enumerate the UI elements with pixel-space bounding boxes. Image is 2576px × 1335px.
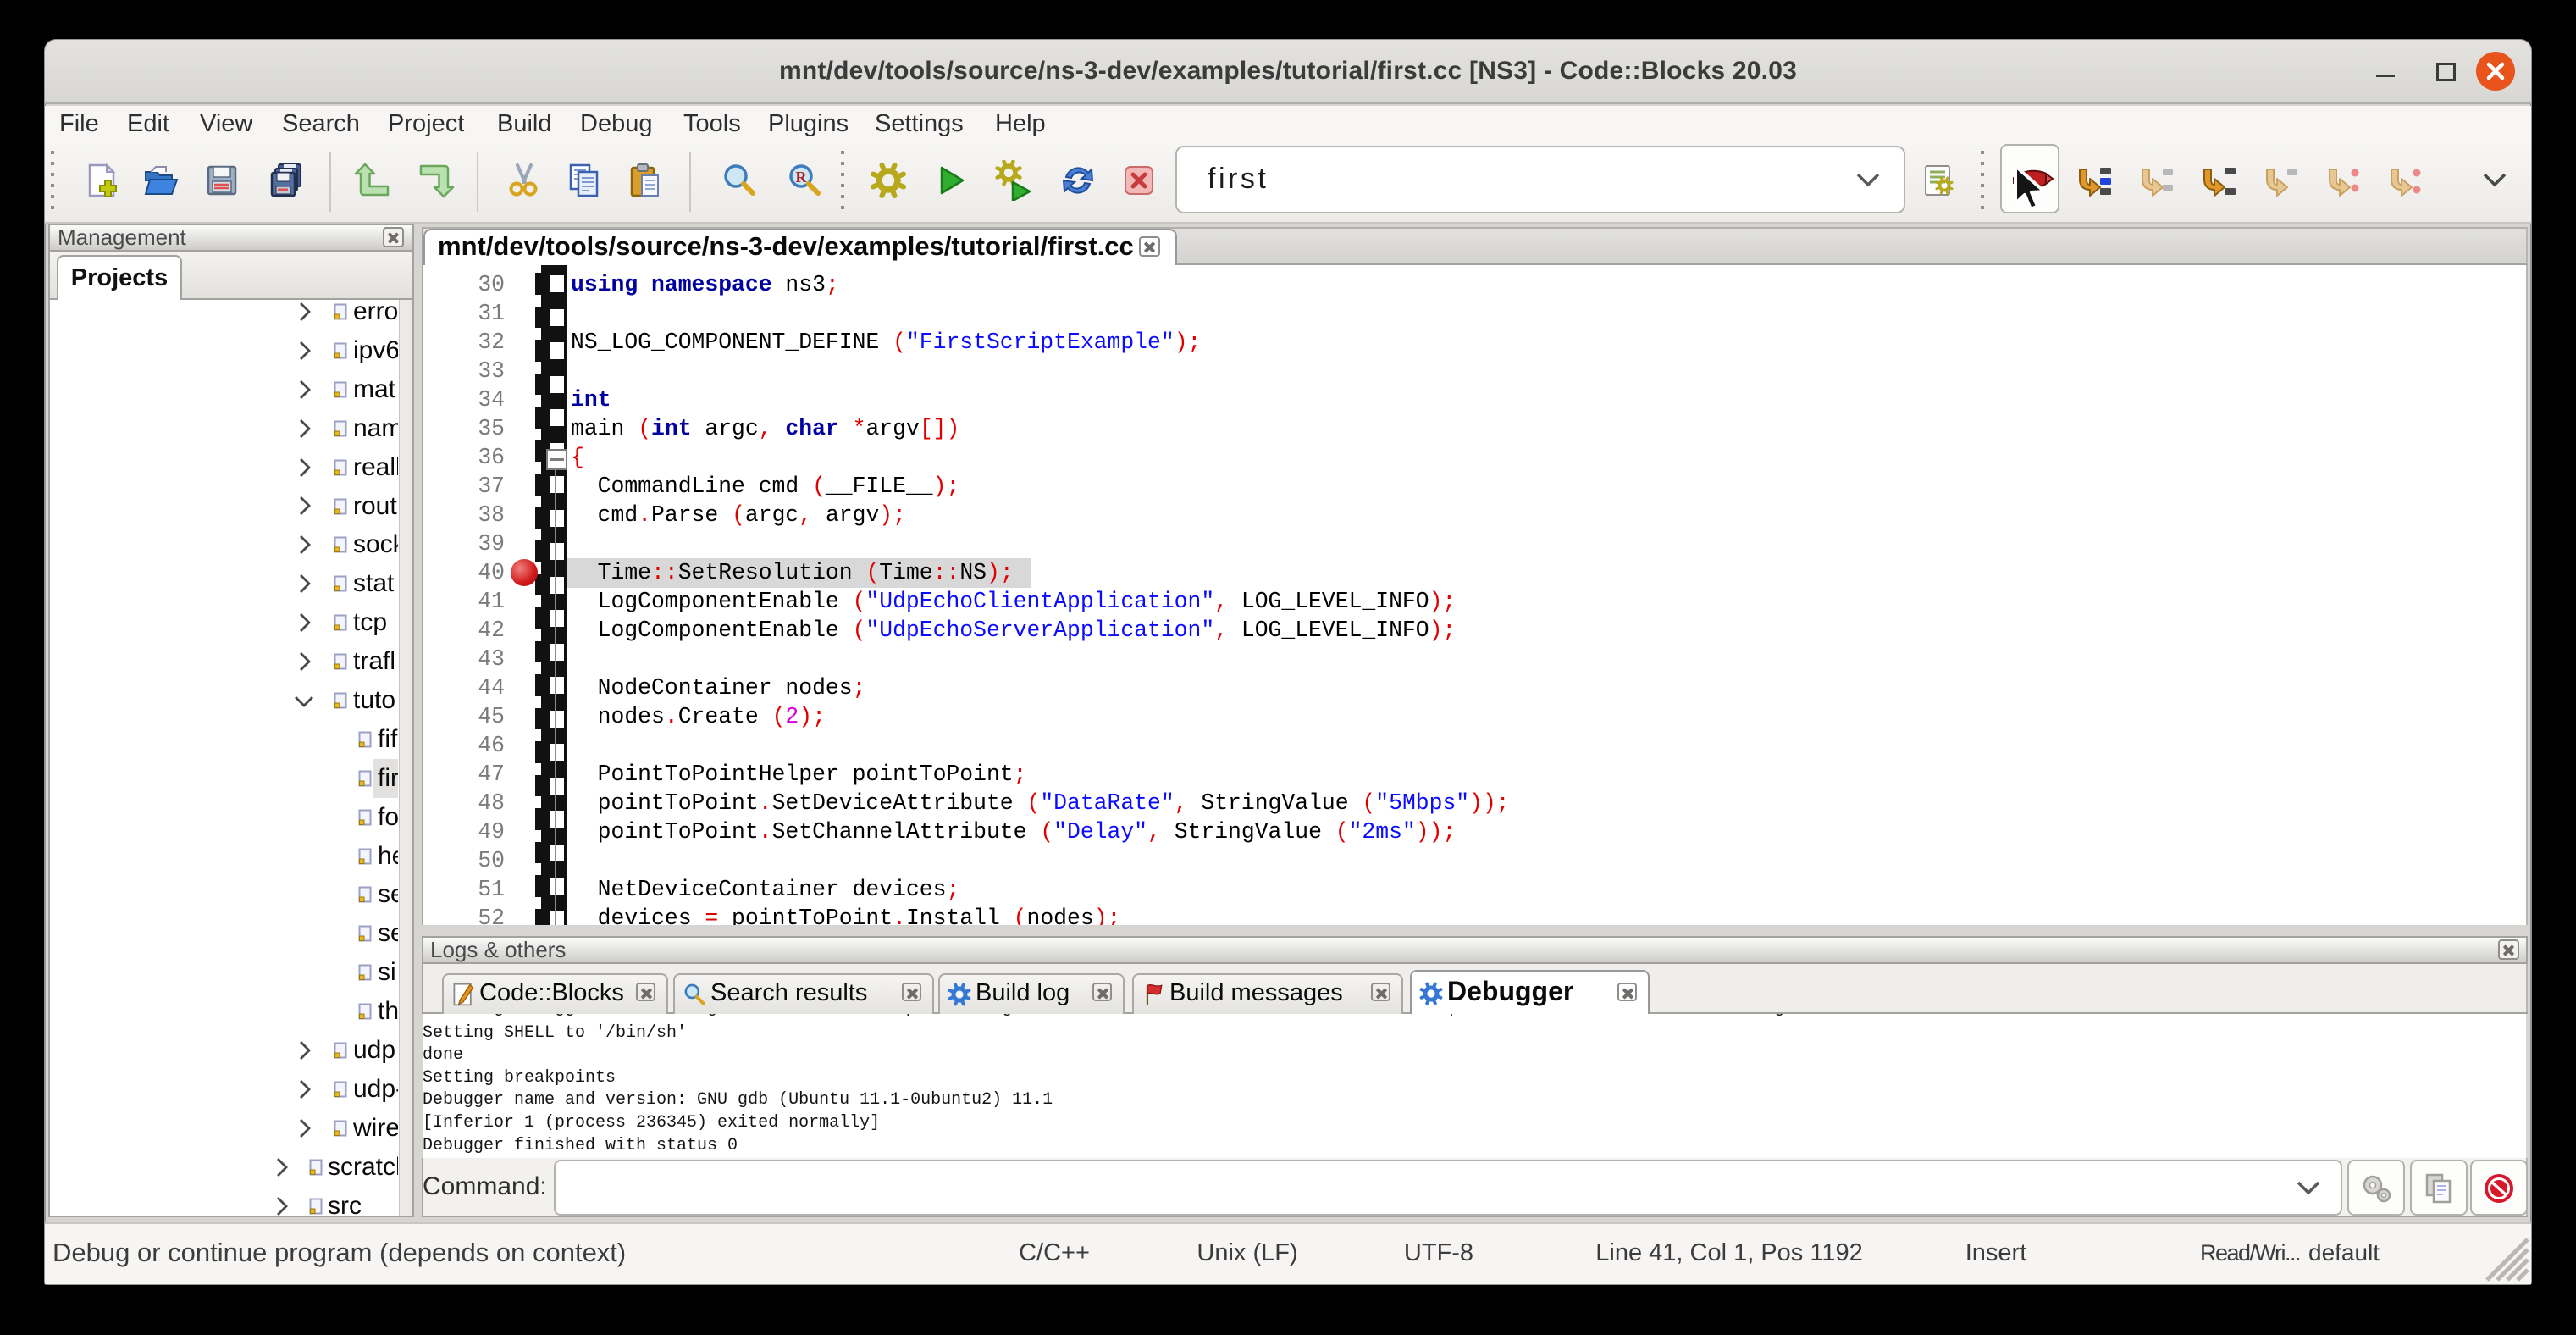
svg-text:R: R xyxy=(796,169,808,186)
